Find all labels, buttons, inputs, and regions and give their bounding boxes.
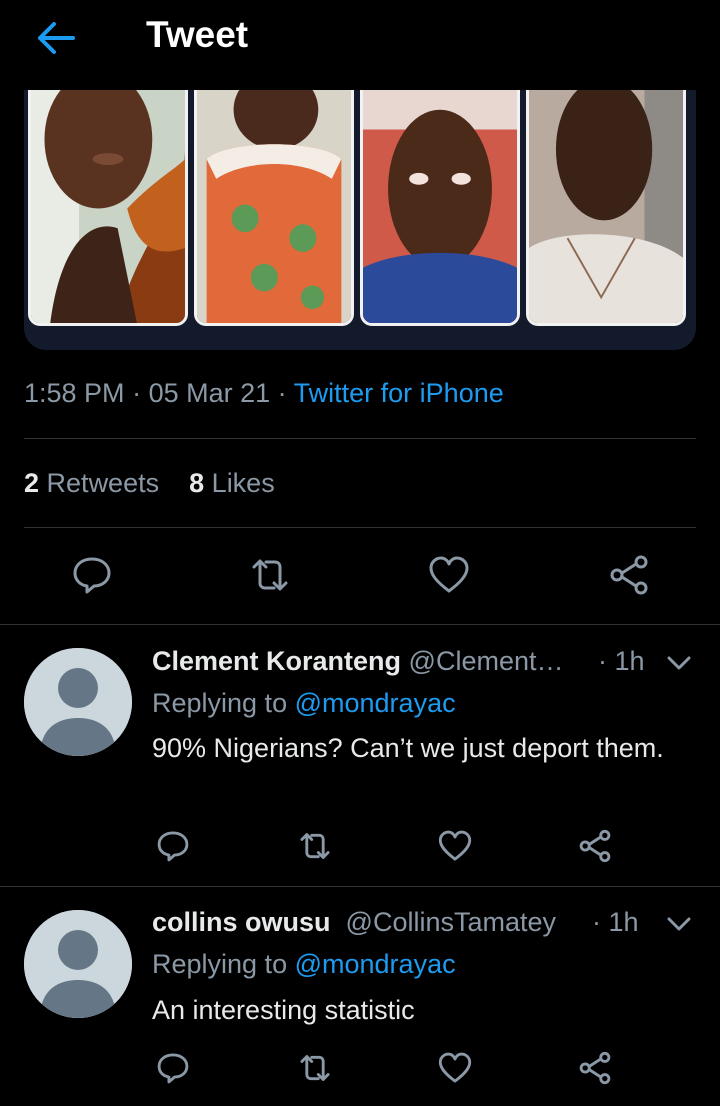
retweet-icon (252, 559, 288, 591)
like-icon (429, 556, 469, 593)
tweet-timestamp: 1:58 PM · 05 Mar 21 · Twitter for iPhone (24, 378, 504, 409)
photo-4 (526, 90, 686, 326)
retweets-label: Retweets (46, 468, 160, 498)
reply-author-handle[interactable]: @Clement… (409, 646, 564, 676)
meta-separator: · (270, 378, 294, 408)
mention-link[interactable]: @mondrayac (295, 949, 456, 979)
like-button[interactable] (437, 1050, 473, 1086)
avatar[interactable] (24, 910, 132, 1018)
retweet-button[interactable] (248, 553, 292, 597)
tweet-time: 1:58 PM (24, 378, 125, 408)
retweets-stat[interactable]: 2 Retweets (24, 468, 159, 498)
meta-separator: · (124, 378, 149, 408)
like-icon (438, 830, 472, 861)
reply-header: Clement Koranteng @Clement… (152, 646, 564, 677)
share-button[interactable] (577, 828, 613, 864)
replying-to: Replying to @mondrayac (152, 688, 456, 719)
share-icon (579, 1051, 611, 1085)
likes-count: 8 (189, 468, 205, 498)
default-profile-icon (24, 910, 132, 1018)
tweet-media[interactable] (24, 90, 696, 350)
reply-icon (157, 831, 189, 862)
replying-prefix: Replying to (152, 688, 288, 718)
reply-text: An interesting statistic (152, 995, 415, 1025)
back-button[interactable] (34, 18, 78, 58)
mention-link[interactable]: @mondrayac (295, 688, 456, 718)
default-profile-icon (24, 648, 132, 756)
divider (0, 624, 720, 625)
top-bar: Tweet (0, 0, 720, 88)
reply-author-name[interactable]: collins owusu (152, 907, 331, 937)
photo-3 (360, 90, 520, 326)
share-icon (579, 829, 611, 863)
divider (24, 527, 696, 528)
tweet-date: 05 Mar 21 (148, 378, 271, 408)
photo-2 (194, 90, 354, 326)
tweet-source-link[interactable]: Twitter for iPhone (294, 378, 504, 408)
reply-icon (157, 1053, 189, 1084)
reply-author-handle[interactable]: @CollinsTamatey (346, 907, 556, 937)
photo-1 (28, 90, 188, 326)
like-button[interactable] (427, 553, 471, 597)
retweets-count: 2 (24, 468, 40, 498)
reply-timestamp: · 1h (598, 646, 645, 676)
reply-button[interactable] (155, 828, 191, 864)
reply-button[interactable] (70, 553, 114, 597)
replying-prefix: Replying to (152, 949, 288, 979)
arrow-left-icon (38, 22, 75, 54)
retweet-button[interactable] (297, 1050, 333, 1086)
replying-to: Replying to @mondrayac (152, 949, 456, 980)
reply-icon (73, 557, 111, 594)
likes-stat[interactable]: 8 Likes (189, 468, 275, 498)
tweet-stats: 2 Retweets 8 Likes (24, 468, 275, 499)
divider (24, 438, 696, 439)
chevron-down-icon[interactable] (666, 914, 692, 934)
avatar[interactable] (24, 648, 132, 756)
page-title: Tweet (146, 14, 249, 55)
divider (0, 886, 720, 887)
likes-label: Likes (211, 468, 275, 498)
like-button[interactable] (437, 828, 473, 864)
retweet-icon (300, 833, 330, 859)
share-button[interactable] (607, 553, 651, 597)
share-button[interactable] (577, 1050, 613, 1086)
like-icon (438, 1052, 472, 1083)
reply-header: collins owusu @CollinsTamatey (152, 907, 556, 938)
reply-author-name[interactable]: Clement Koranteng (152, 646, 401, 676)
share-icon (610, 555, 648, 595)
retweet-icon (300, 1055, 330, 1081)
reply-timestamp: · 1h (592, 907, 639, 937)
chevron-down-icon[interactable] (666, 653, 692, 673)
reply-text: 90% Nigerians? Can’t we just deport them… (152, 733, 664, 763)
retweet-button[interactable] (297, 828, 333, 864)
reply-button[interactable] (155, 1050, 191, 1086)
